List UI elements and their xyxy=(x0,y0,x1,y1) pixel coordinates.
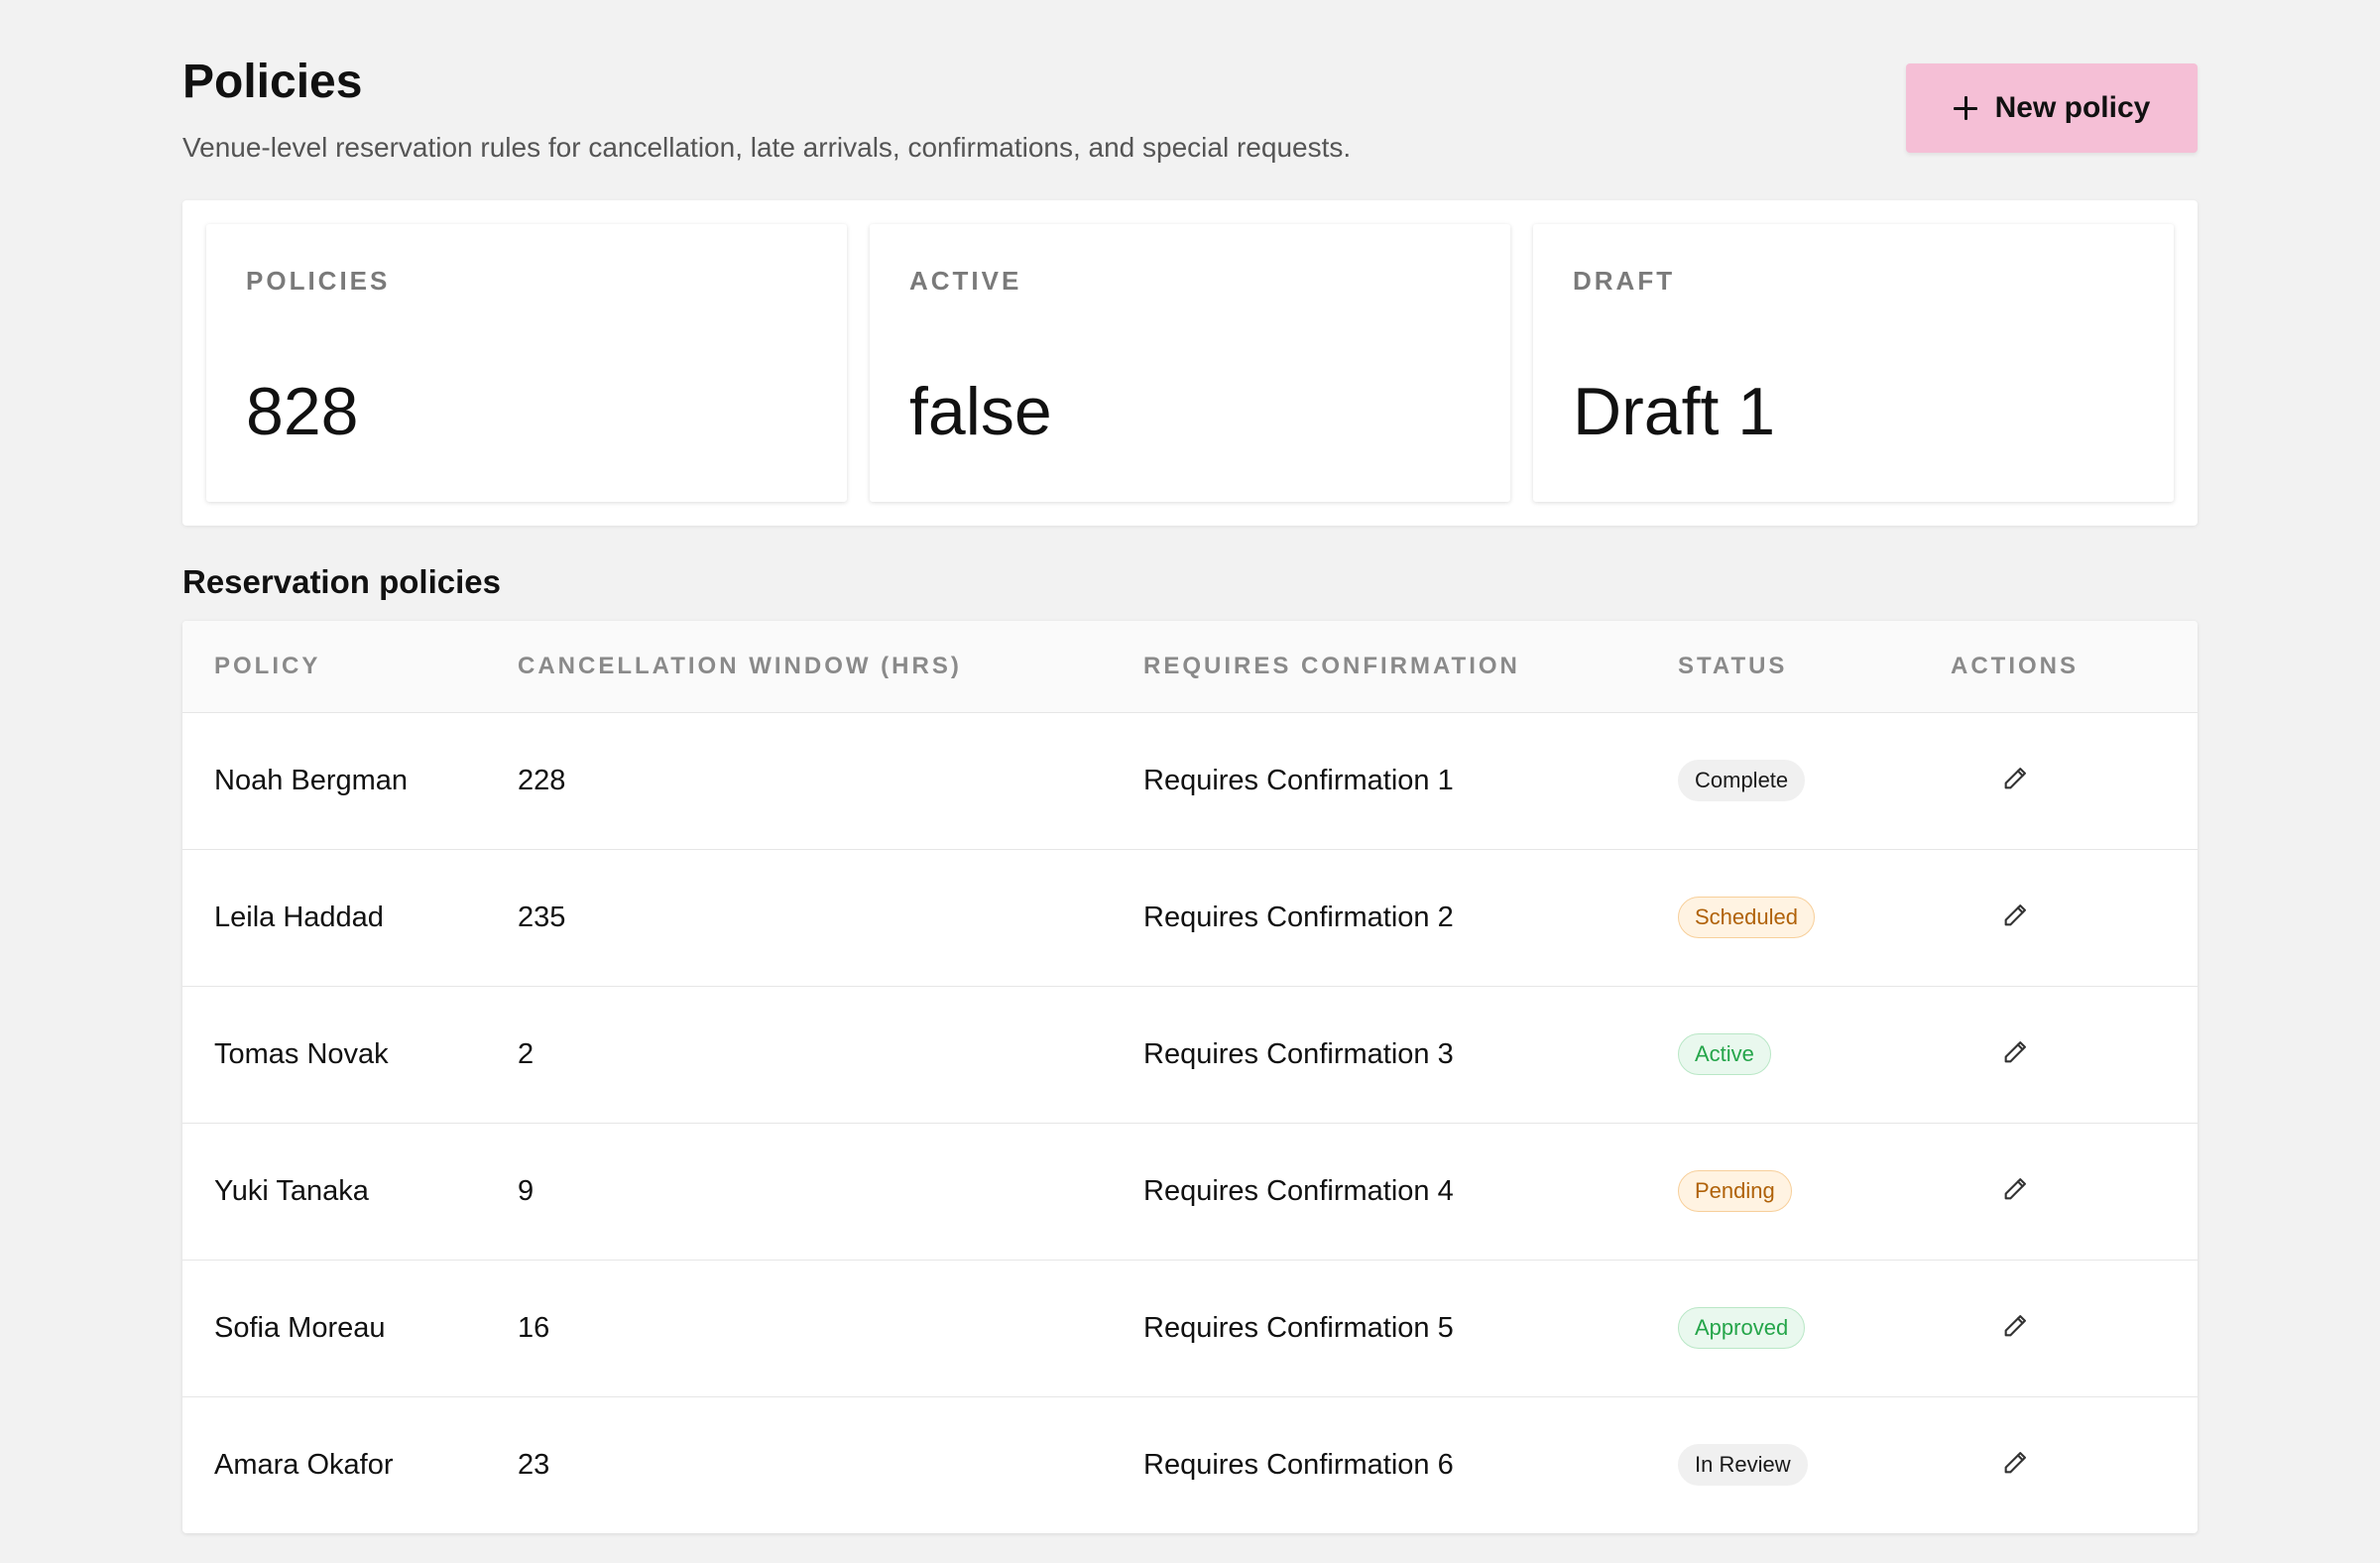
cancellation-window: 2 xyxy=(518,1037,535,1070)
pencil-icon xyxy=(2004,904,2026,926)
column-header-cancellation-window: CANCELLATION WINDOW (HRS) xyxy=(518,652,962,679)
pencil-icon xyxy=(2004,768,2026,789)
table-row: Amara Okafor 23 Requires Confirmation 6 … xyxy=(182,1396,2198,1533)
requires-confirmation: Requires Confirmation 5 xyxy=(1143,1311,1454,1344)
new-policy-button[interactable]: New policy xyxy=(1906,63,2198,153)
edit-policy-button[interactable] xyxy=(1997,898,2033,933)
stat-label: POLICIES xyxy=(246,266,391,296)
table-row: Yuki Tanaka 9 Requires Confirmation 4 Pe… xyxy=(182,1123,2198,1260)
actions-cell xyxy=(1951,849,2198,986)
table-row: Sofia Moreau 16 Requires Confirmation 5 … xyxy=(182,1260,2198,1396)
status-badge: Active xyxy=(1678,1033,1771,1075)
table-header: POLICY CANCELLATION WINDOW (HRS) REQUIRE… xyxy=(182,621,2198,712)
actions-cell xyxy=(1951,986,2198,1123)
stat-label: DRAFT xyxy=(1573,266,1676,296)
requires-confirmation: Requires Confirmation 4 xyxy=(1143,1174,1454,1207)
status-cell: Scheduled xyxy=(1678,849,1951,986)
page-title: Policies xyxy=(182,56,363,108)
stat-value: Draft 1 xyxy=(1573,374,1776,449)
table-row: Noah Bergman 228 Requires Confirmation 1… xyxy=(182,712,2198,849)
status-badge: Pending xyxy=(1678,1170,1792,1212)
table-row: Tomas Novak 2 Requires Confirmation 3 Ac… xyxy=(182,986,2198,1123)
edit-policy-button[interactable] xyxy=(1997,1034,2033,1070)
status-badge: In Review xyxy=(1678,1444,1808,1487)
column-header-requires-confirmation: REQUIRES CONFIRMATION xyxy=(1143,652,1520,679)
table-row: Leila Haddad 235 Requires Confirmation 2… xyxy=(182,849,2198,986)
actions-cell xyxy=(1951,1396,2198,1533)
stat-card-policies: POLICIES 828 xyxy=(206,224,847,502)
status-cell: In Review xyxy=(1678,1396,1951,1533)
policy-name: Yuki Tanaka xyxy=(214,1174,369,1207)
stats-panel: POLICIES 828 ACTIVE false DRAFT Draft 1 xyxy=(182,200,2198,526)
requires-confirmation: Requires Confirmation 1 xyxy=(1143,764,1454,796)
cancellation-window: 23 xyxy=(518,1448,550,1481)
requires-confirmation: Requires Confirmation 3 xyxy=(1143,1037,1454,1070)
new-policy-label: New policy xyxy=(1994,91,2151,124)
stat-card-active: ACTIVE false xyxy=(870,224,1510,502)
page-subtitle: Venue-level reservation rules for cancel… xyxy=(182,132,1352,163)
plus-icon xyxy=(1953,96,1977,120)
policy-name: Noah Bergman xyxy=(214,764,409,796)
column-header-status: STATUS xyxy=(1678,652,1788,679)
edit-policy-button[interactable] xyxy=(1997,1308,2033,1344)
status-cell: Approved xyxy=(1678,1260,1951,1396)
policy-name: Sofia Moreau xyxy=(214,1311,386,1344)
edit-policy-button[interactable] xyxy=(1997,761,2033,796)
requires-confirmation: Requires Confirmation 2 xyxy=(1143,901,1454,933)
pencil-icon xyxy=(2004,1041,2026,1063)
status-cell: Complete xyxy=(1678,712,1951,849)
cancellation-window: 16 xyxy=(518,1311,550,1344)
actions-cell xyxy=(1951,1260,2198,1396)
stat-card-draft: DRAFT Draft 1 xyxy=(1533,224,2174,502)
policies-page: Policies Venue-level reservation rules f… xyxy=(0,0,2380,1563)
stat-value: 828 xyxy=(246,374,359,449)
edit-policy-button[interactable] xyxy=(1997,1445,2033,1481)
stat-label: ACTIVE xyxy=(909,266,1022,296)
status-cell: Pending xyxy=(1678,1123,1951,1260)
table-header-row: POLICY CANCELLATION WINDOW (HRS) REQUIRE… xyxy=(182,621,2198,712)
reservation-policies-table: POLICY CANCELLATION WINDOW (HRS) REQUIRE… xyxy=(182,621,2198,1533)
cancellation-window: 9 xyxy=(518,1174,535,1207)
column-header-actions: ACTIONS xyxy=(1951,652,2079,679)
policy-name: Leila Haddad xyxy=(214,901,384,933)
requires-confirmation: Requires Confirmation 6 xyxy=(1143,1448,1454,1481)
policy-name: Amara Okafor xyxy=(214,1448,394,1481)
policies-table: POLICY CANCELLATION WINDOW (HRS) REQUIRE… xyxy=(182,621,2198,1533)
table-body: Noah Bergman 228 Requires Confirmation 1… xyxy=(182,712,2198,1533)
edit-policy-button[interactable] xyxy=(1997,1171,2033,1207)
status-badge: Scheduled xyxy=(1678,897,1815,938)
column-header-policy: POLICY xyxy=(214,652,321,679)
cancellation-window: 228 xyxy=(518,764,566,796)
page-header: Policies Venue-level reservation rules f… xyxy=(182,50,2198,169)
section-title: Reservation policies xyxy=(182,563,501,600)
status-badge: Approved xyxy=(1678,1307,1806,1349)
policy-name: Tomas Novak xyxy=(214,1037,389,1070)
cancellation-window: 235 xyxy=(518,901,566,933)
stat-value: false xyxy=(909,374,1052,449)
status-badge: Complete xyxy=(1678,760,1806,801)
actions-cell xyxy=(1951,1123,2198,1260)
status-cell: Active xyxy=(1678,986,1951,1123)
pencil-icon xyxy=(2004,1452,2026,1474)
pencil-icon xyxy=(2004,1315,2026,1337)
actions-cell xyxy=(1951,712,2198,849)
pencil-icon xyxy=(2004,1178,2026,1200)
